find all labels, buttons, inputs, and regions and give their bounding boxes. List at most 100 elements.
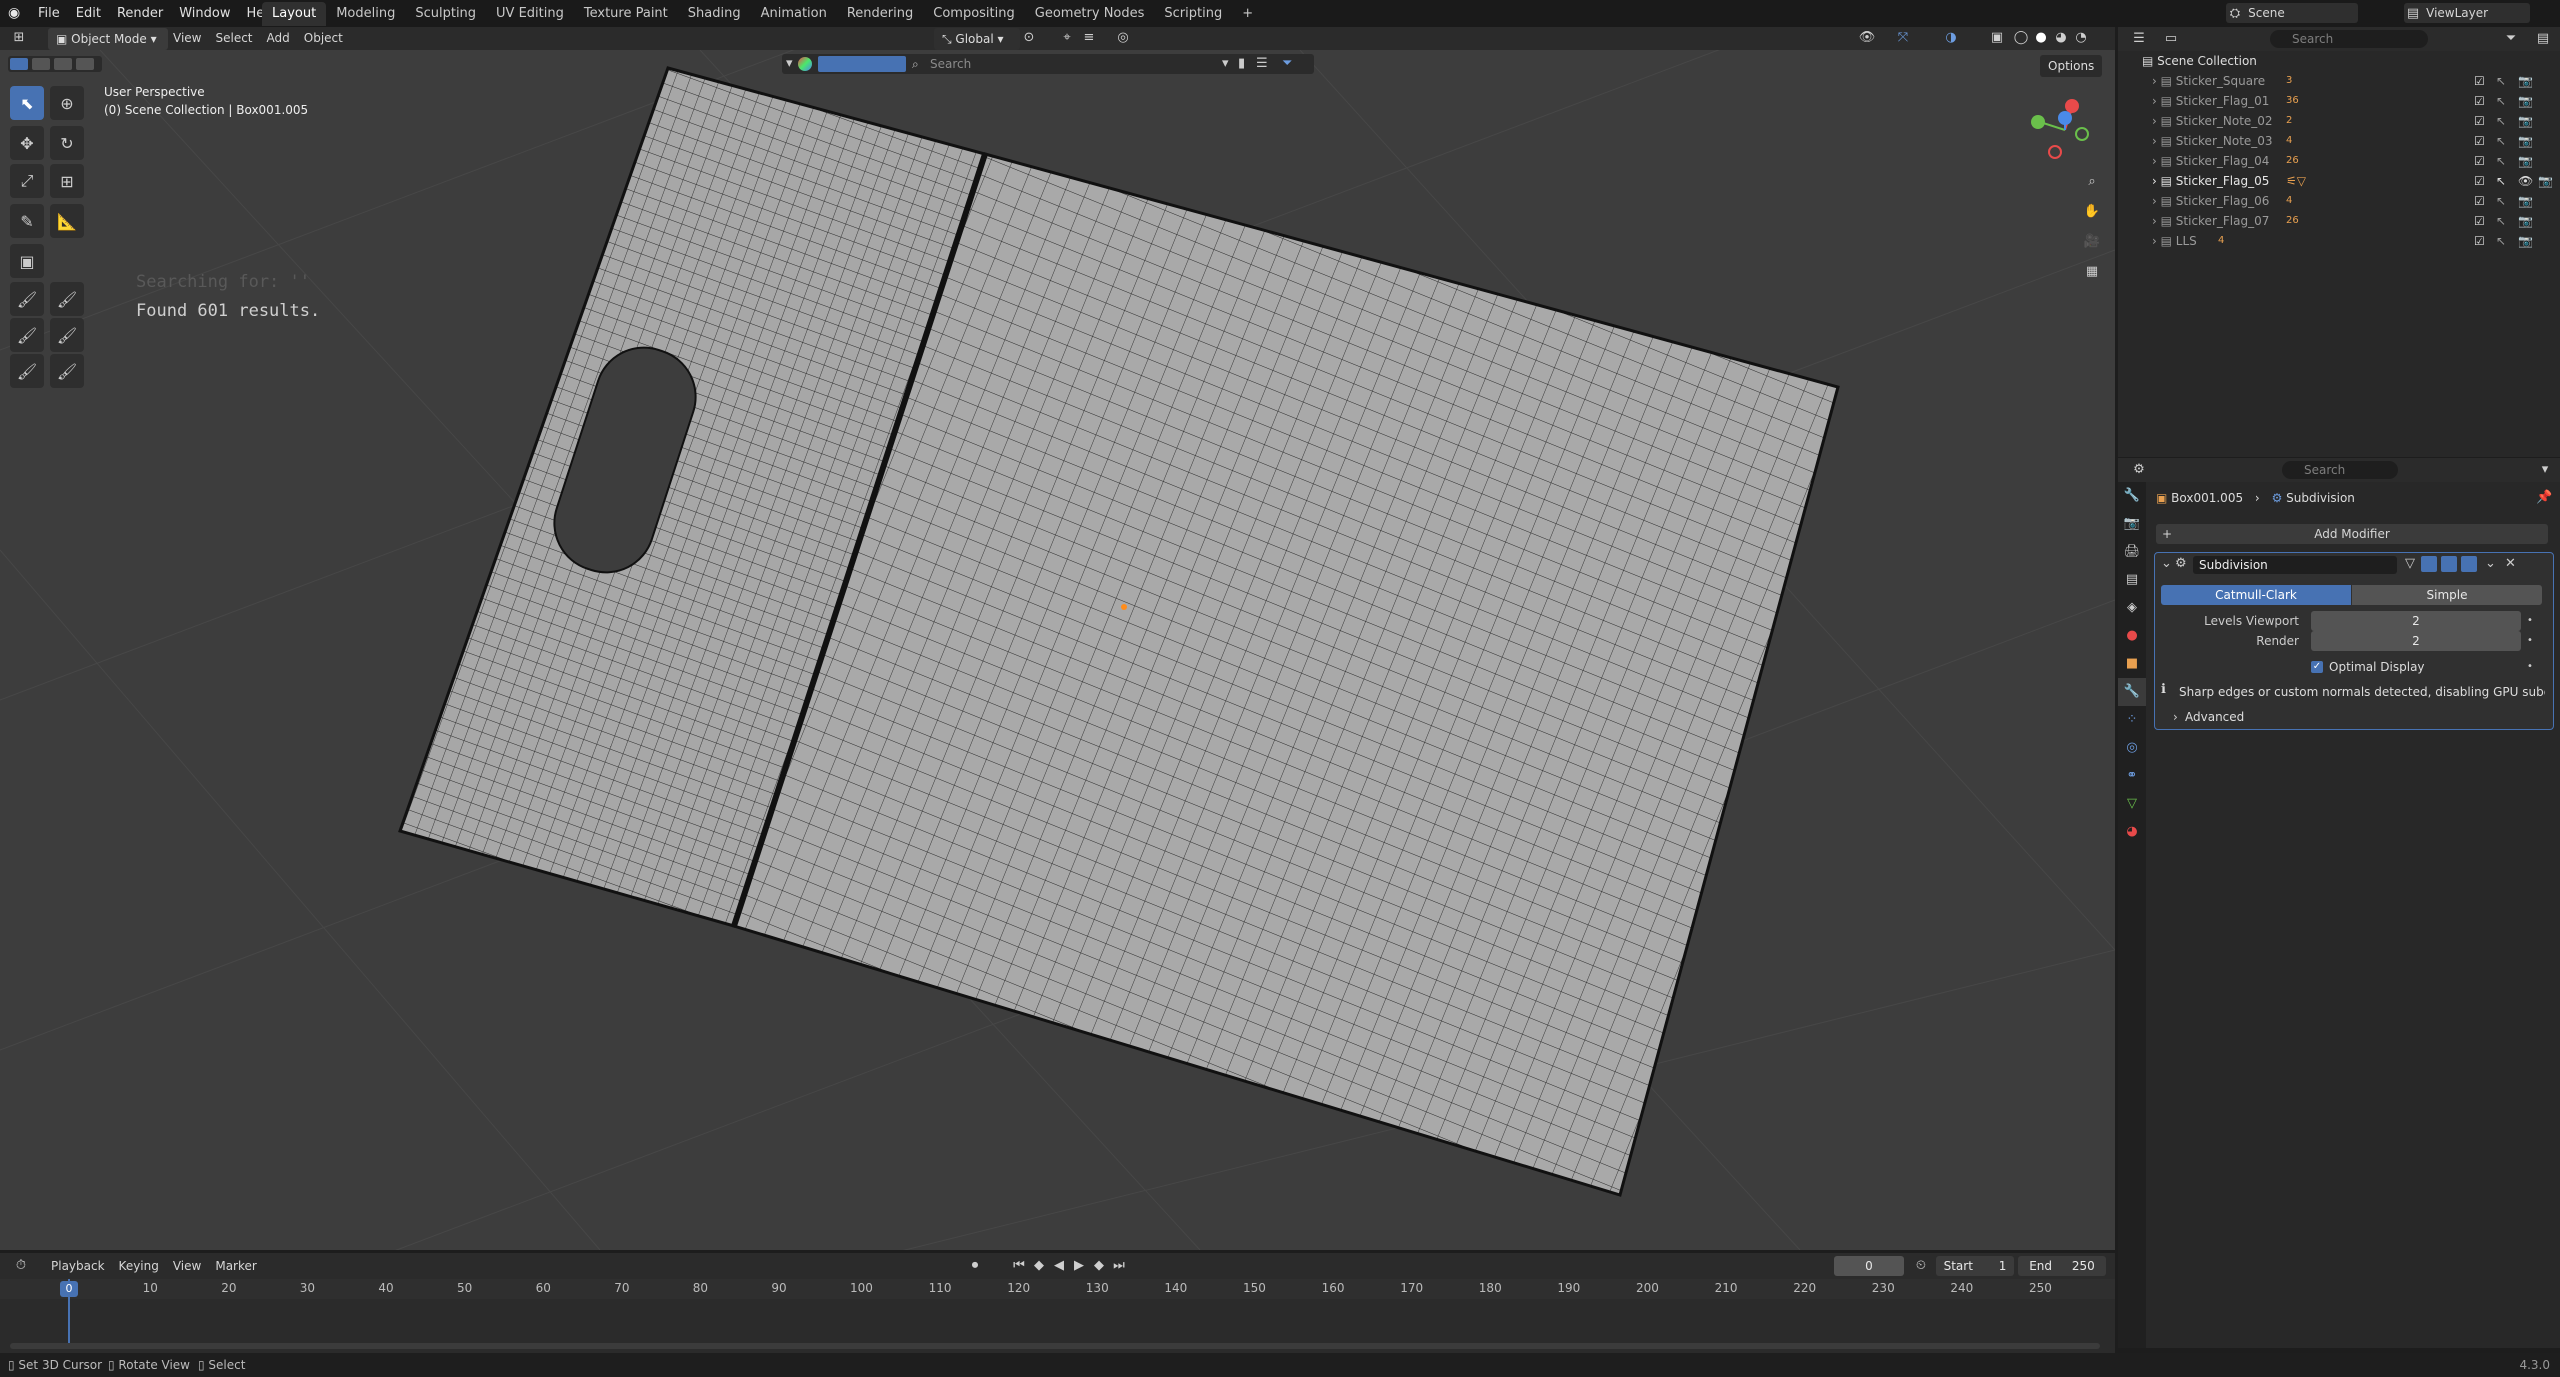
scene-collection-row[interactable]: ▤ Scene Collection [2118,51,2560,71]
measure-tool[interactable]: 📐 [50,204,84,238]
jump-keyframe-forward-icon[interactable]: ◆ [1088,1255,1110,1277]
play-icon[interactable]: ▶ [1068,1255,1090,1277]
modifier-name-field[interactable]: Subdivision [2193,556,2397,574]
selectable-icon[interactable]: ↖ [2496,211,2506,231]
expand-chevron-icon[interactable]: › [2152,134,2161,148]
tab-rendering[interactable]: Rendering [837,2,923,26]
move-tool[interactable]: ✥ [10,126,44,160]
pan-hand-icon[interactable]: ✋ [2081,201,2103,223]
include-checkbox-icon[interactable]: ☑ [2474,131,2485,151]
frame-ruler[interactable]: 0 10 20 30 40 50 60 70 80 90 100 110 120 130 140 150 160… [0,1279,2115,1299]
start-frame-field[interactable]: Start 1 [1936,1256,2014,1276]
x-axis-icon[interactable] [2065,99,2079,113]
advanced-section[interactable]: Advanced [2185,707,2244,727]
selectable-icon[interactable]: ↖ [2496,131,2506,151]
scene-tab-icon[interactable]: ◈ [2118,594,2146,622]
neg-x-axis-icon[interactable] [2048,145,2062,159]
xray-icon[interactable]: ▣ [1986,27,2008,49]
y-axis-icon[interactable] [2031,115,2045,129]
expand-chevron-icon[interactable]: › [2152,154,2161,168]
menu-edit[interactable]: Edit [68,0,109,27]
transform-tool[interactable]: ⊞ [50,164,84,198]
paint-tool-5[interactable]: 🖌 [10,354,44,388]
jump-keyframe-back-icon[interactable]: ◆ [1028,1255,1050,1277]
ortho-grid-icon[interactable]: ▦ [2081,261,2103,283]
selectable-icon[interactable]: ↖ [2496,231,2506,251]
render-camera-icon[interactable]: 📷 [2518,231,2533,251]
outliner-item[interactable]: › ▤ Sticker_Flag_01 36 ☑ ↖ 📷 [2118,91,2560,111]
levels-viewport-field[interactable]: 2 [2311,611,2521,631]
selectable-icon[interactable]: ↖ [2496,171,2506,191]
outliner-item[interactable]: › ▤ Sticker_Flag_04 26 ☑ ↖ 📷 [2118,151,2560,171]
tab-scripting[interactable]: Scripting [1154,2,1232,26]
expand-chevron-icon[interactable]: › [2152,174,2161,188]
world-tab-icon[interactable]: ● [2118,622,2146,650]
paint-tool-1[interactable]: 🖌 [10,282,44,316]
end-frame-field[interactable]: End 250 [2018,1256,2106,1276]
outliner-item[interactable]: › ▤ Sticker_Flag_06 4 ☑ ↖ 📷 [2118,191,2560,211]
pin-icon[interactable]: 📌 [2536,490,2552,505]
options-button[interactable]: Options [2040,55,2103,77]
menu-playback[interactable]: Playback [44,1259,112,1273]
material-tab-icon[interactable]: ◕ [2118,818,2146,846]
proportional-edit-icon[interactable]: ◎ [1112,27,1134,49]
render-camera-icon[interactable]: 📷 [2518,71,2533,91]
outliner-item[interactable]: › ▤ Sticker_Flag_07 26 ☑ ↖ 📷 [2118,211,2560,231]
menu-view[interactable]: View [166,31,208,45]
include-checkbox-icon[interactable]: ☑ [2474,191,2485,211]
rotate-tool[interactable]: ↻ [50,126,84,160]
outliner-editor-icon[interactable]: ☰ [2128,28,2150,50]
visibility-icon[interactable]: 👁 [1856,27,1878,49]
include-checkbox-icon[interactable]: ☑ [2474,151,2485,171]
eye-icon[interactable]: 👁 [2518,171,2533,191]
add-workspace-button[interactable]: + [1232,2,1263,26]
z-axis-icon[interactable] [2058,111,2072,125]
render-camera-icon[interactable]: 📷 [2518,211,2533,231]
include-checkbox-icon[interactable]: ☑ [2474,171,2485,191]
advanced-chevron-icon[interactable]: › [2173,707,2178,727]
tool-tab-icon[interactable]: 🔧 [2118,482,2146,510]
expand-chevron-icon[interactable]: › [2152,74,2161,88]
outliner-item[interactable]: › ▤ Sticker_Note_03 4 ☑ ↖ 📷 [2118,131,2560,151]
expand-chevron-icon[interactable]: › [2152,214,2161,228]
render-camera-icon[interactable]: 📷 [2518,111,2533,131]
outliner-search-input[interactable]: Search [2270,30,2428,48]
render-levels-field[interactable]: 2 [2311,631,2521,651]
outliner-filter-icon[interactable]: ⏷ [2500,28,2522,50]
menu-add[interactable]: Add [260,31,297,45]
modifier-tab-icon[interactable]: 🔧 [2118,678,2146,706]
gizmo-icon[interactable]: ⤧ [1892,27,1914,49]
properties-search-input[interactable]: Search [2282,461,2398,479]
data-tab-icon[interactable]: ▽ [2118,790,2146,818]
display-mode-toggles[interactable] [818,56,906,72]
include-checkbox-icon[interactable]: ☑ [2474,211,2485,231]
menu-file[interactable]: File [30,0,68,27]
color-sphere-icon[interactable] [798,57,812,71]
add-cube-tool[interactable]: ▣ [10,244,44,278]
select-intersect-icon[interactable] [76,58,94,70]
selectable-icon[interactable]: ↖ [2496,151,2506,171]
menu-render[interactable]: Render [109,0,171,27]
display-mode-icon[interactable]: ▭ [2160,28,2182,50]
view-layer-tab-icon[interactable]: ▤ [2118,566,2146,594]
menu-timeline-view[interactable]: View [166,1259,208,1273]
select-subtract-icon[interactable] [54,58,72,70]
select-new-icon[interactable] [10,58,28,70]
output-tab-icon[interactable]: 🖨 [2118,538,2146,566]
header-search-input[interactable]: Search [930,54,971,74]
paint-tool-4[interactable]: 🖌 [50,318,84,352]
blender-logo-icon[interactable]: ◉ [8,5,24,21]
camera-icon[interactable]: 🎥 [2081,231,2103,253]
properties-options-chevron-icon[interactable]: ▾ [2534,459,2556,481]
scene-selector[interactable]: ⛭ Scene [2226,3,2358,23]
render-camera-icon[interactable]: 📷 [2538,171,2553,191]
rendered-shading-icon[interactable]: ◔ [2070,27,2092,49]
timeline-editor-icon[interactable]: ⏱ [10,1255,32,1277]
collapse-chevron-icon[interactable]: ⌄ [2161,556,2172,571]
scale-tool[interactable]: ⤢ [10,164,44,198]
tab-animation[interactable]: Animation [751,2,837,26]
play-reverse-icon[interactable]: ◀ [1048,1255,1070,1277]
zoom-icon[interactable]: ⌕ [2081,171,2103,193]
sort-icon[interactable]: ☰ [1256,54,1268,74]
constraints-tab-icon[interactable]: ⚭ [2118,762,2146,790]
